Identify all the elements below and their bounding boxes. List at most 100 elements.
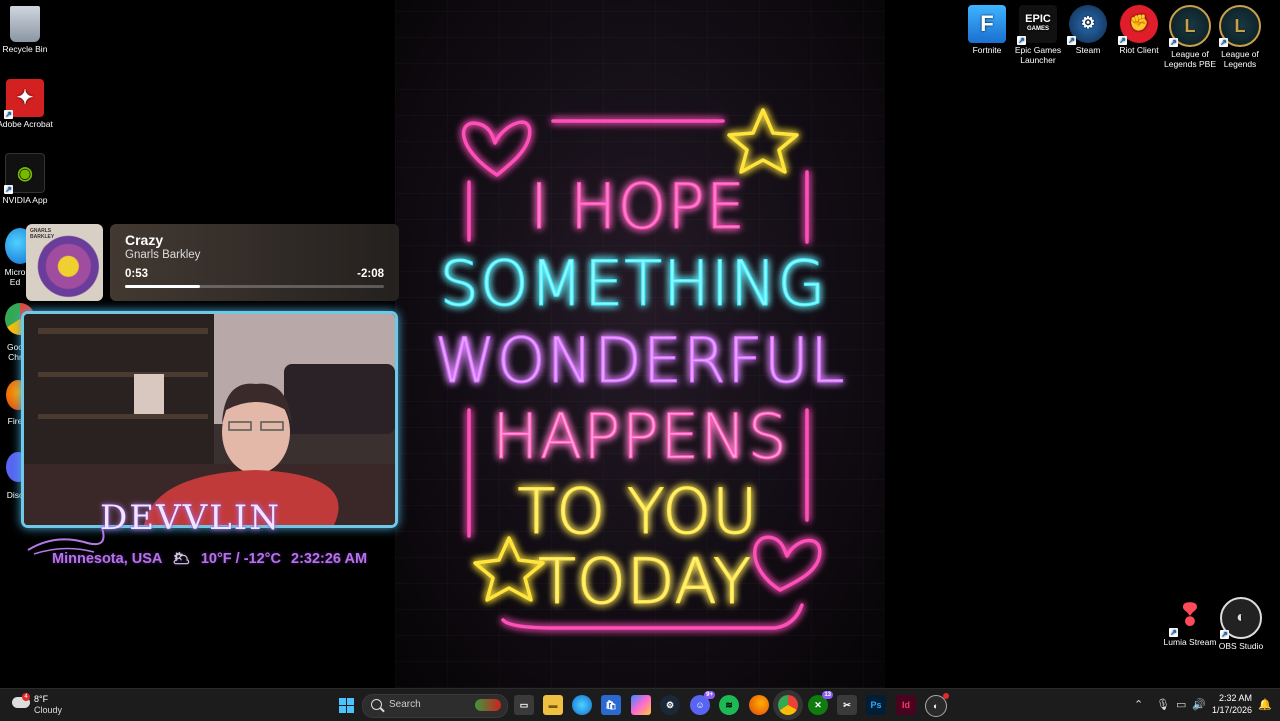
album-art-text: GNARLS BARKLEY [30, 228, 55, 240]
neon-line-2: SOMETHING [439, 247, 826, 320]
desktop-icon-recycle-bin[interactable]: Recycle Bin [0, 6, 54, 54]
desktop-icon-league[interactable]: L ↗ League of Legends [1211, 5, 1269, 69]
desktop-icon-label: Steam [1075, 45, 1101, 55]
adobe-acrobat-icon: ✦ ↗ [4, 79, 44, 119]
discord-badge: 9+ [704, 691, 715, 699]
steam-icon: ⚙ ↗ [1067, 5, 1107, 45]
microphone-icon[interactable]: 🎙 [1156, 698, 1170, 711]
obs-button[interactable]: ◐ [925, 693, 949, 717]
spotify-button[interactable]: ≋ [719, 695, 739, 715]
show-hidden-icons-chevron-icon[interactable]: ⌃ [1134, 698, 1143, 711]
store-button[interactable]: 🛍 [601, 695, 621, 715]
neon-line-4: HAPPENS [492, 400, 788, 473]
desktop-icon-label: Riot Client [1119, 45, 1159, 55]
obs-taskbar-icon: ◐ [933, 701, 939, 711]
obs-studio-icon: ◐ ↗ [1220, 597, 1262, 639]
desktop-icon-riot-client[interactable]: ✊ ↗ Riot Client [1110, 5, 1168, 55]
task-view-icon: ▭ [519, 699, 529, 710]
stream-info-bar: Minnesota, USA 🌥 10°F / -12°C 2:32:26 AM [52, 550, 373, 567]
desktop-icon-nvidia-app[interactable]: ◉ ↗ NVIDIA App [0, 153, 54, 205]
snipping-tool-icon: ✂ [843, 699, 851, 710]
desktop-icon-steam[interactable]: ⚙ ↗ Steam [1059, 5, 1117, 55]
album-art: GNARLS BARKLEY [26, 224, 103, 301]
fortnite-icon: F [968, 5, 1006, 43]
photoshop-icon: Ps [870, 700, 882, 710]
remaining-time: -2:08 [357, 268, 384, 280]
search-placeholder: Search [389, 699, 421, 710]
clock-widget[interactable]: 2:32 AM 1/17/2026 [1200, 689, 1254, 721]
desktop-icon-fortnite[interactable]: F Fortnite [958, 5, 1016, 55]
desktop-icon-adobe-acrobat[interactable]: ✦ ↗ Adobe Acrobat [0, 79, 54, 129]
xbox-button[interactable]: ✕ 13 [808, 691, 833, 715]
firefox-button[interactable] [749, 695, 769, 715]
recycle-bin-icon [10, 6, 40, 42]
streamer-name: DEVVLIN [100, 498, 281, 538]
discord-taskbar-icon: ☺ [695, 700, 705, 710]
nvidia-icon: ◉ ↗ [4, 153, 45, 194]
taskbar-time: 2:32 AM [1218, 693, 1252, 703]
snipping-tool-button[interactable]: ✂ [837, 695, 857, 715]
search-highlight-icon [475, 699, 501, 711]
neon-line-1: I HOPE [530, 170, 746, 243]
photoshop-button[interactable]: Ps [866, 695, 886, 715]
desktop-icon-label: Recycle Bin [2, 44, 48, 54]
indesign-button[interactable]: Id [896, 695, 916, 715]
copilot-button[interactable] [631, 695, 651, 715]
lumia-stream-icon: ❢ ↗ [1169, 599, 1203, 637]
search-icon [371, 699, 382, 710]
location-text: Minnesota, USA [52, 551, 163, 567]
neon-line-3: WONDERFUL [434, 324, 845, 397]
elapsed-time: 0:53 [125, 268, 149, 280]
neon-sign: I HOPE SOMETHING WONDERFUL HAPPENS TO YO… [434, 108, 845, 630]
riot-client-icon: ✊ ↗ [1118, 5, 1158, 45]
neon-line-6: TODAY [538, 545, 752, 618]
desktop-icon-label: Fortnite [972, 45, 1002, 55]
desktop-icon-label: Adobe Acrobat [0, 119, 53, 129]
temperature-text: 10°F / -12°C [200, 551, 281, 567]
recording-dot-icon [943, 693, 949, 699]
progress-track [125, 285, 384, 288]
league-pbe-icon: L ↗ [1169, 5, 1211, 47]
desktop-icon-label: NVIDIA App [2, 195, 48, 205]
store-icon: 🛍 [605, 699, 617, 710]
weather-alert-badge: 4 [22, 693, 30, 701]
discord-button[interactable]: ☺ 9+ [690, 691, 715, 715]
desktop-icon-lumia-stream[interactable]: ❢ ↗ Lumia Stream [1161, 597, 1219, 648]
task-view-button[interactable]: ▭ [514, 695, 534, 715]
start-button[interactable] [336, 695, 356, 715]
file-explorer-button[interactable]: ▬ [543, 695, 563, 715]
taskbar-date: 1/17/2026 [1211, 705, 1252, 715]
progress-fill [125, 285, 201, 288]
weather-temp: 8°F [34, 694, 49, 704]
track-artist: Gnarls Barkley [125, 249, 201, 261]
webcam-feed [24, 314, 395, 525]
steam-button[interactable]: ⚙ [660, 695, 680, 715]
notification-bell-icon[interactable]: 🔔 [1258, 698, 1272, 711]
desktop-icon-obs-studio[interactable]: ◐ ↗ OBS Studio [1212, 597, 1270, 651]
windows-icon [338, 697, 354, 713]
epic-games-icon: EPIC GAMES ↗ [1017, 5, 1057, 45]
track-title: Crazy [125, 232, 164, 248]
desktop-icon-label: OBS Studio [1218, 641, 1264, 651]
league-icon: L ↗ [1219, 5, 1261, 47]
desktop-icon-label: Epic Games Launcher [1014, 45, 1062, 65]
steam-taskbar-icon: ⚙ [665, 699, 675, 710]
desktop-icon-label: League of Legends [1221, 49, 1259, 69]
xbox-badge: 13 [822, 691, 833, 699]
chrome-button-active[interactable] [778, 695, 798, 715]
weather-condition: Cloudy [34, 705, 63, 715]
taskbar-search[interactable]: Search [362, 694, 508, 718]
xbox-icon: ✕ [814, 699, 822, 710]
desktop-icon-label: League of Legends PBE [1164, 49, 1216, 69]
indesign-icon: Id [902, 700, 910, 710]
partly-cloudy-icon: 🌥 [172, 551, 191, 567]
now-playing-card: Crazy Gnarls Barkley 0:53 -2:08 [110, 224, 399, 301]
desktop-icon-label: Lumia Stream [1163, 637, 1217, 647]
taskbar: 4 8°F Cloudy Search ▭ ▬ 🛍 ⚙ ☺ 9+ ≋ ✕ 13 … [0, 688, 1280, 721]
spotify-icon: ≋ [725, 699, 733, 710]
network-icon[interactable]: ▭ [1176, 698, 1186, 711]
neon-line-5: TO YOU [517, 475, 758, 548]
edge-button[interactable] [572, 695, 592, 715]
folder-icon: ▬ [548, 700, 558, 710]
weather-widget[interactable]: 4 8°F Cloudy [8, 689, 88, 721]
